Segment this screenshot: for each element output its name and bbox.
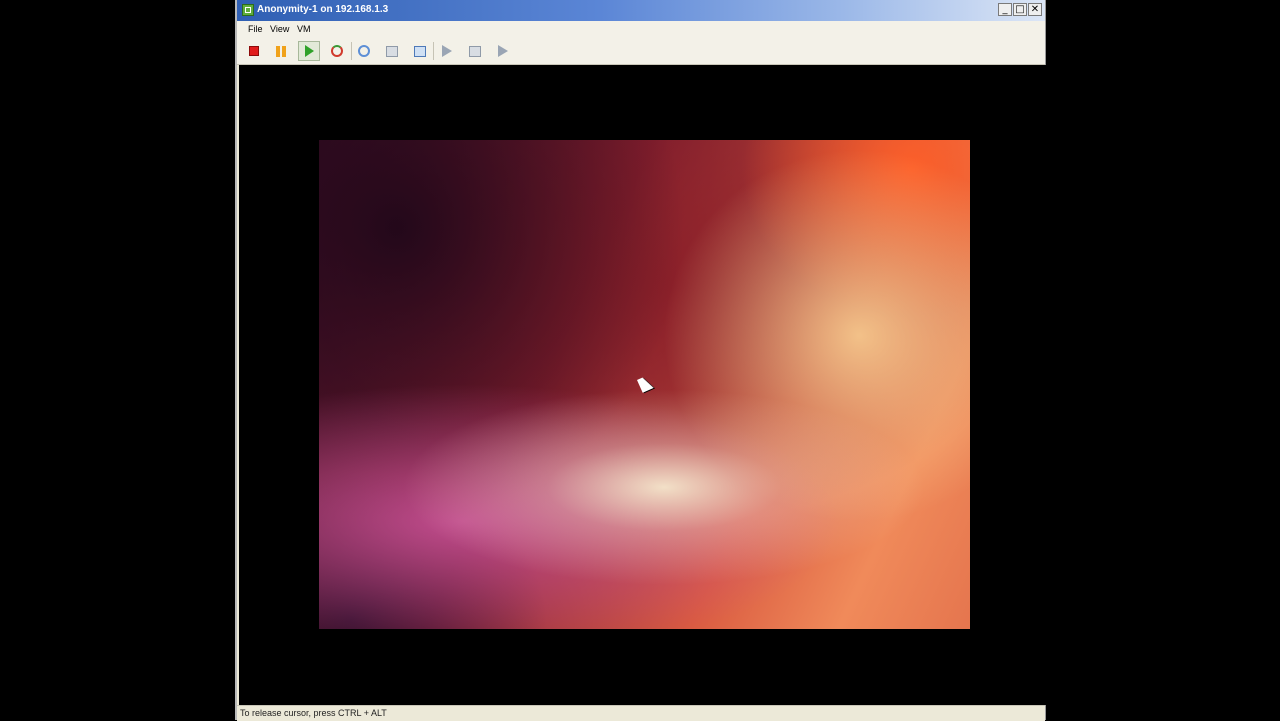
power-on-button[interactable] [298,41,320,61]
snapshot-manager-icon [414,45,426,57]
edit-settings-icon [469,45,481,57]
maximize-button[interactable]: □ [1013,3,1027,16]
title-bar[interactable]: Anonymity-1 on 192.168.1.3 _ □ ✕ [237,0,1045,22]
power-off-button[interactable] [243,41,265,61]
suspend-button[interactable] [270,41,292,61]
menu-file[interactable]: File [248,24,263,34]
vm-console[interactable] [239,65,1046,705]
edit-settings-button[interactable] [464,41,486,61]
menu-bar: File View VM [237,21,1045,38]
snapshot-button[interactable] [353,41,375,61]
close-button[interactable]: ✕ [1028,3,1042,16]
connect-devices-button[interactable] [492,41,514,61]
connect-devices-icon [498,45,508,57]
guest-desktop[interactable] [319,140,970,629]
menu-vm[interactable]: VM [297,24,311,34]
migrate-icon [442,45,452,57]
migrate-button[interactable] [436,41,458,61]
reset-icon [331,45,343,57]
window-title: Anonymity-1 on 192.168.1.3 [257,4,389,15]
window-controls: _ □ ✕ [998,3,1042,16]
suspend-icon [276,45,286,57]
minimize-button[interactable]: _ [998,3,1012,16]
revert-snapshot-button[interactable] [381,41,403,61]
reset-button[interactable] [326,41,348,61]
status-bar: To release cursor, press CTRL + ALT [237,705,1045,721]
vm-app-icon [242,4,254,16]
power-off-icon [249,46,259,56]
snapshot-icon [358,45,370,57]
toolbar-separator [433,42,434,60]
toolbar [237,38,1045,65]
menu-view[interactable]: View [270,24,289,34]
status-text: To release cursor, press CTRL + ALT [240,708,387,718]
power-on-icon [304,45,314,57]
revert-snapshot-icon [386,45,398,57]
snapshot-manager-button[interactable] [409,41,431,61]
vm-console-window: Anonymity-1 on 192.168.1.3 _ □ ✕ File Vi… [235,0,1046,721]
toolbar-separator [351,42,352,60]
